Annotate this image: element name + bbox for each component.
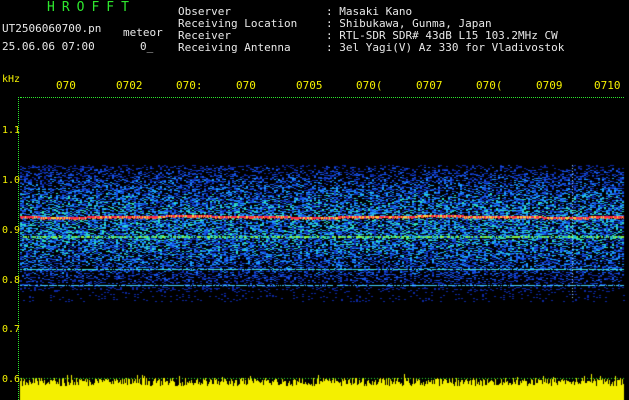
- y-tick-label: 0.9: [2, 225, 21, 236]
- left-axis-line: [18, 97, 19, 400]
- y-tick-label: 0.8: [2, 275, 21, 286]
- x-tick-label: 070: [56, 79, 76, 92]
- y-tick-label: 1.1: [2, 125, 21, 136]
- x-tick-label: 0709: [536, 79, 563, 92]
- flag-label: 0_: [140, 40, 154, 53]
- y-tick-label: 0.6: [2, 374, 21, 385]
- filename-label: UT2506060700.pn: [2, 22, 102, 35]
- mode-label: meteor: [123, 26, 163, 39]
- y-tick-label: 1.0: [2, 175, 21, 186]
- antenna-value: : 3el Yagi(V) Az 330 for Vladivostok: [326, 41, 565, 54]
- hrofft-window: HROFFT UT2506060700.pn meteor 25.06.06 0…: [0, 0, 629, 400]
- y-tick-label: 0.7: [2, 324, 21, 335]
- x-tick-label: 070: [236, 79, 256, 92]
- x-tick-label: 0707: [416, 79, 443, 92]
- app-title: HROFFT: [47, 0, 136, 15]
- x-tick-label: 0705: [296, 79, 323, 92]
- x-tick-label: 070(: [476, 79, 503, 92]
- unit-label: kHz: [2, 74, 21, 85]
- top-gridline: [20, 97, 624, 98]
- x-tick-label: 070(: [356, 79, 383, 92]
- x-tick-label: 070:: [176, 79, 203, 92]
- x-tick-label: 0702: [116, 79, 143, 92]
- spectrogram-plot: [0, 0, 629, 400]
- x-tick-label: 0710: [594, 79, 621, 92]
- datetime-label: 25.06.06 07:00: [2, 40, 95, 53]
- antenna-label: Receiving Antenna: [178, 41, 291, 54]
